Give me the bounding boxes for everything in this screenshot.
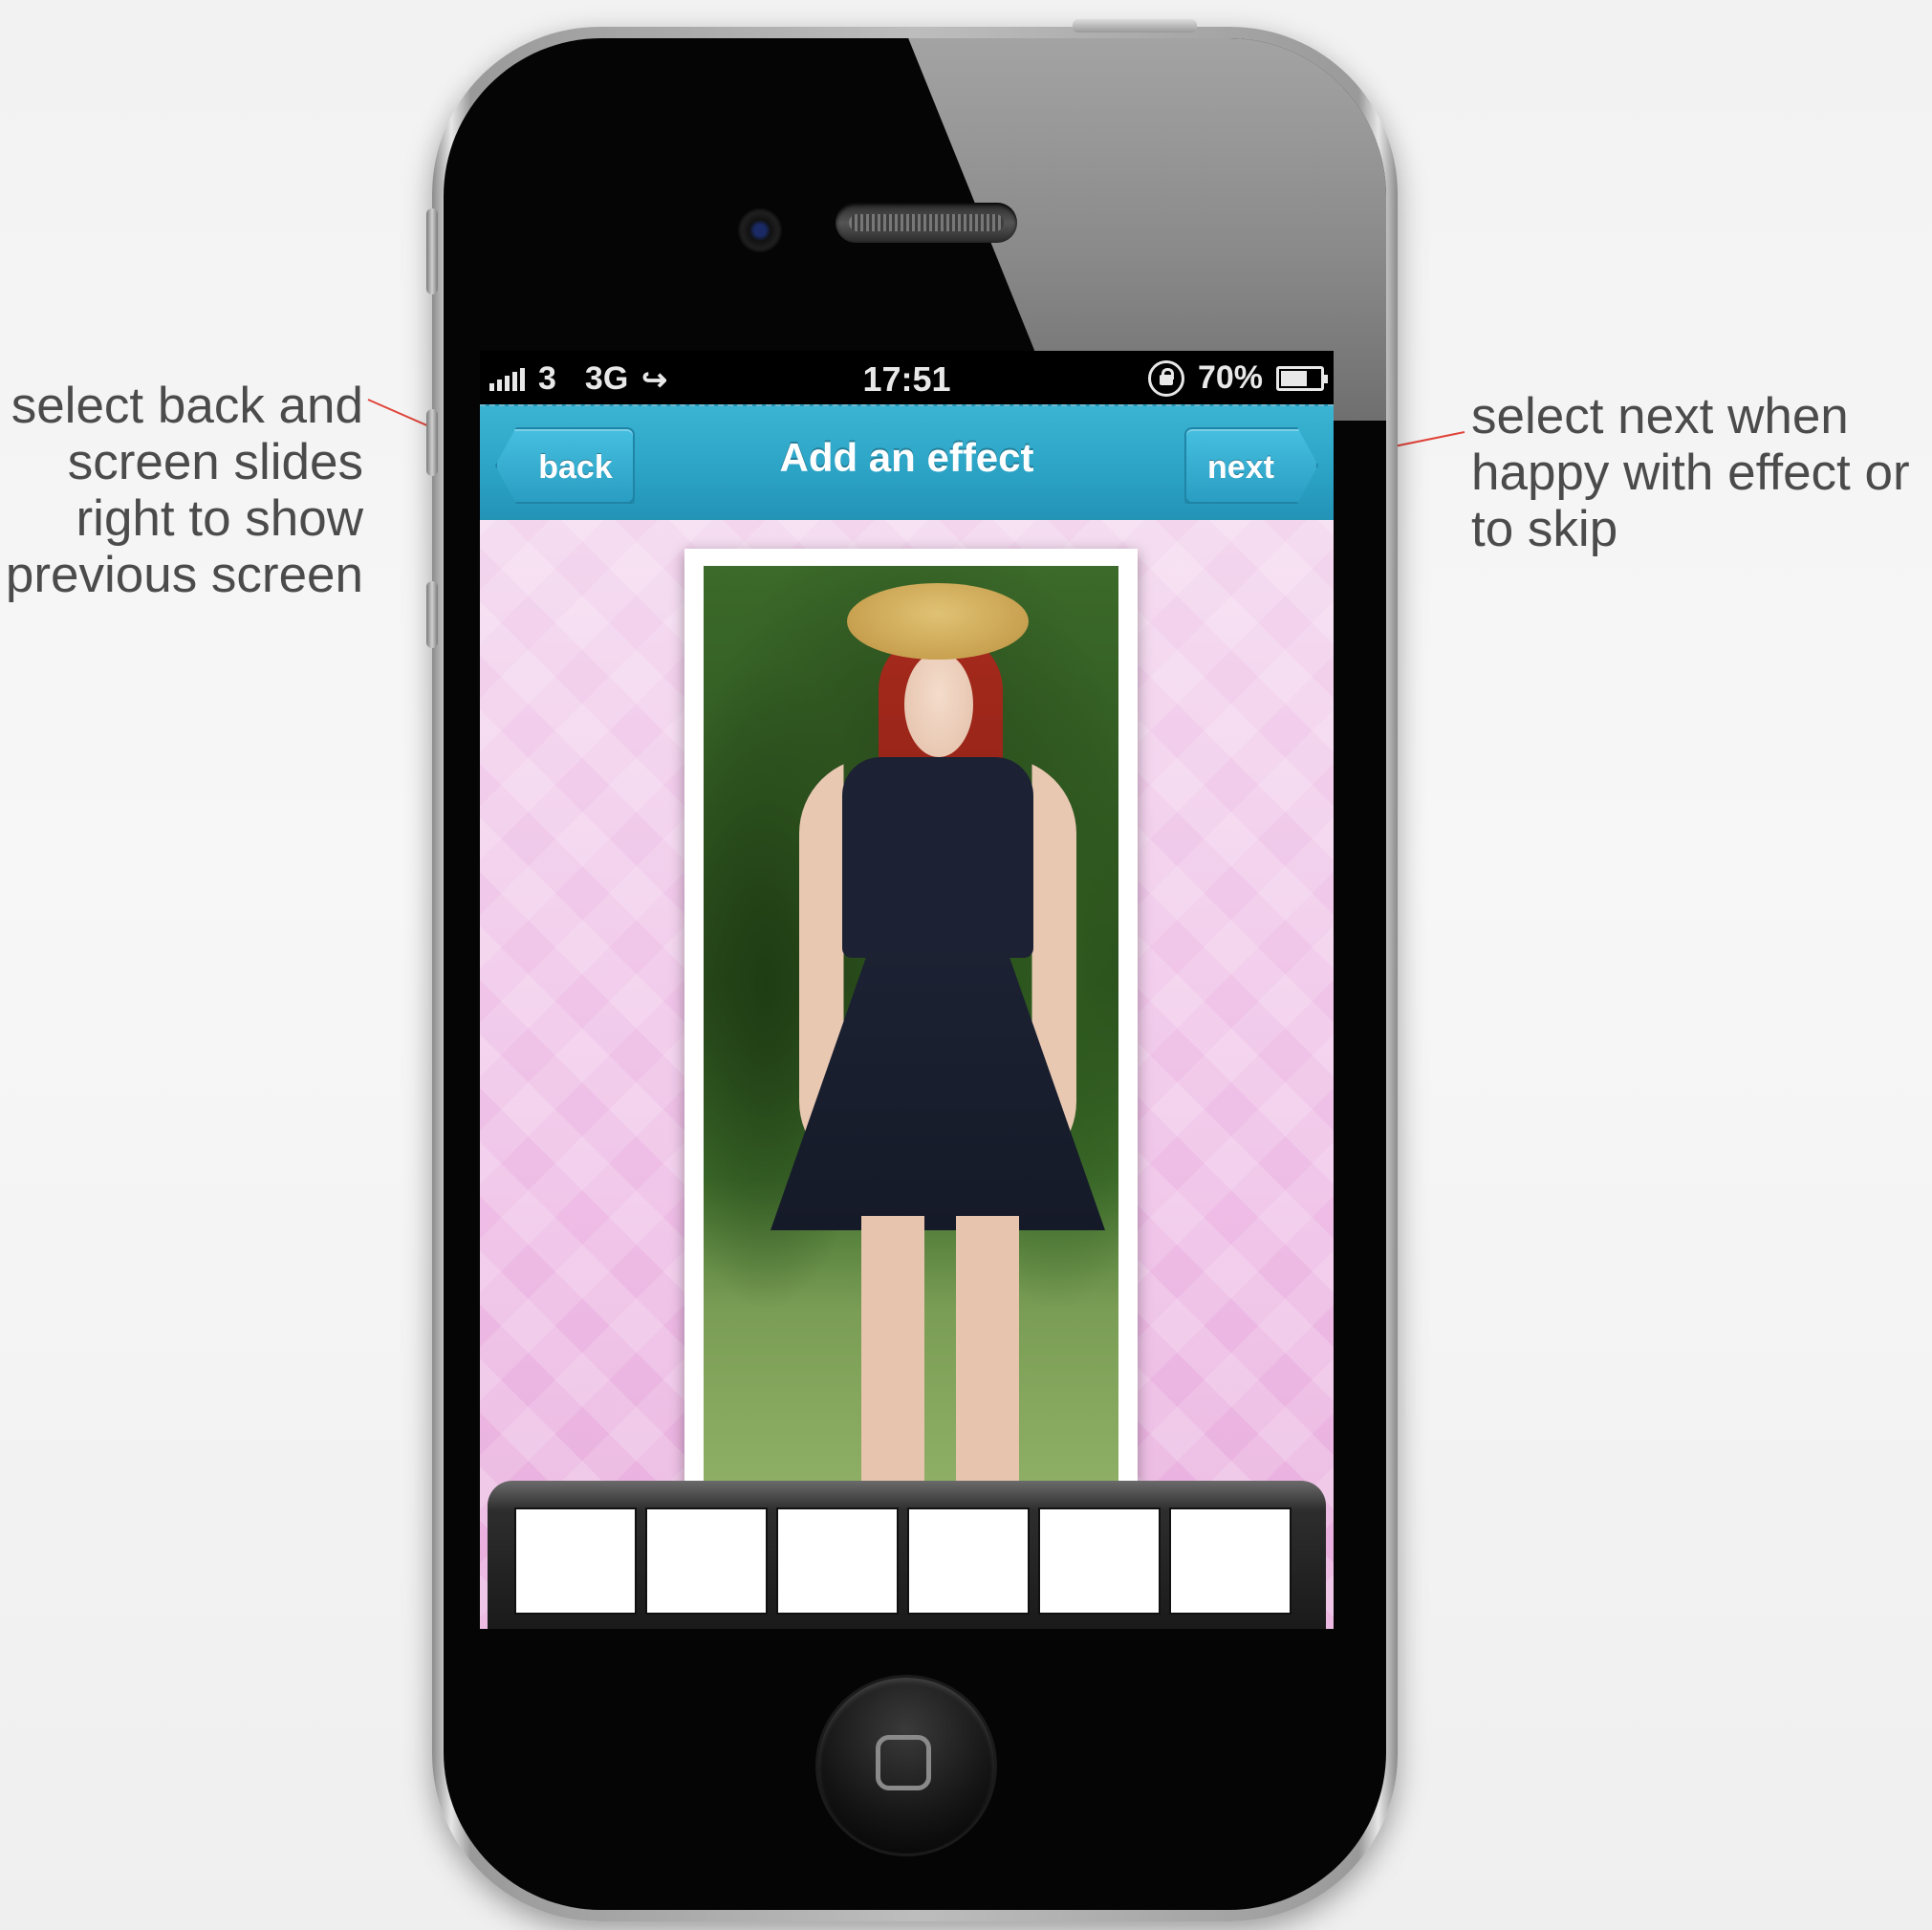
effect-slot-5[interactable] (1040, 1509, 1159, 1613)
phone-screen: 3 3G ↪ 17:51 70% back Add an effect next (480, 351, 1334, 1629)
phone-frame: 3 3G ↪ 17:51 70% back Add an effect next (426, 19, 1398, 1921)
photo-frame (684, 549, 1138, 1495)
annotation-line: previous screen (5, 547, 363, 603)
photo-figure-hat (847, 583, 1029, 660)
status-bar: 3 3G ↪ 17:51 70% (480, 351, 1334, 404)
effect-slot-list (516, 1509, 1290, 1613)
navigation-bar: back Add an effect next (480, 404, 1334, 520)
annotation-line: happy with effect or (1471, 445, 1910, 501)
effect-slot-6[interactable] (1171, 1509, 1290, 1613)
annotation-line: select next when (1471, 388, 1849, 445)
volume-down-button[interactable] (426, 581, 438, 648)
annotation-line: to skip (1471, 501, 1618, 557)
mute-switch[interactable] (426, 208, 438, 294)
effects-tray (488, 1481, 1326, 1629)
effect-slot-4[interactable] (909, 1509, 1028, 1613)
next-button[interactable]: next (1184, 427, 1318, 504)
annotation-line: screen slides (67, 434, 363, 490)
next-annotation: select next when happy with effect or to… (1471, 388, 1910, 557)
battery-icon (1276, 365, 1328, 391)
photo-figure-dress-top (842, 757, 1033, 958)
home-button[interactable] (818, 1678, 994, 1854)
photo-figure-face (904, 652, 973, 757)
battery-percent: 70% (1197, 359, 1263, 396)
status-right: 70% (1147, 359, 1328, 397)
annotation-line: select back and (11, 378, 363, 434)
effect-slot-1[interactable] (516, 1509, 635, 1613)
phone-body: 3 3G ↪ 17:51 70% back Add an effect next (444, 38, 1386, 1910)
rotation-lock-icon (1147, 359, 1184, 397)
earpiece-speaker (836, 203, 1017, 243)
effect-slot-3[interactable] (778, 1509, 897, 1613)
effect-preview-area (480, 520, 1334, 1629)
effect-slot-2[interactable] (647, 1509, 766, 1613)
photo-preview (704, 566, 1118, 1495)
power-button[interactable] (1073, 19, 1197, 33)
annotation-line: right to show (76, 490, 363, 547)
volume-up-button[interactable] (426, 409, 438, 476)
front-camera-icon (738, 208, 782, 252)
back-annotation: select back and screen slides right to s… (0, 378, 363, 603)
photo-figure-legs (861, 1216, 1019, 1495)
